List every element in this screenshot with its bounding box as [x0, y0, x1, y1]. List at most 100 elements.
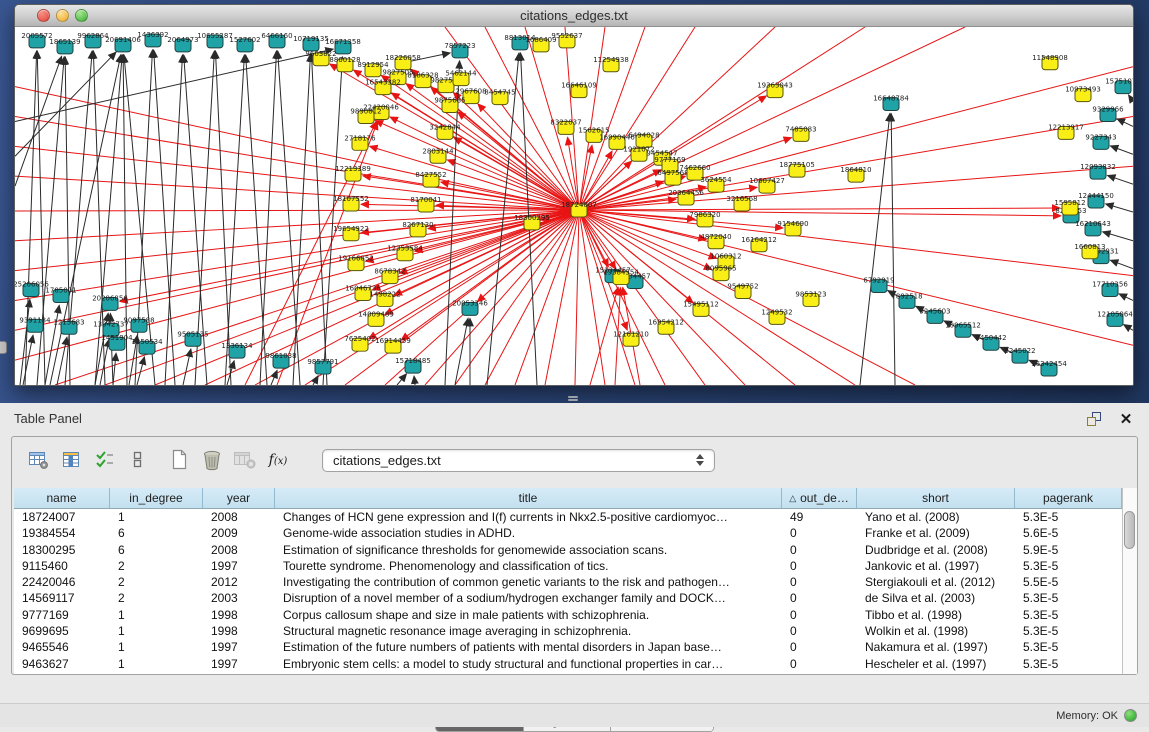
cell-short: Hescheler et al. (1997) [857, 656, 1015, 672]
cell-year: 2008 [203, 542, 275, 558]
column-header-year[interactable]: year [203, 488, 275, 509]
node-label: 14009489 [358, 310, 394, 318]
close-panel-button[interactable]: ✕ [1117, 410, 1135, 428]
zoom-button[interactable] [75, 9, 88, 22]
function-builder-button[interactable]: f(x) [263, 446, 293, 474]
node-label: 8322037 [550, 118, 581, 126]
node-label: 2005572 [21, 32, 52, 40]
table-select-dropdown[interactable]: citations_edges.txt [322, 449, 715, 472]
row-height-button[interactable] [123, 446, 153, 474]
node-label: 12213389 [335, 165, 371, 173]
delete-column-button[interactable] [197, 446, 227, 474]
cell-name: 9463627 [14, 656, 110, 672]
node-label: 11254938 [593, 56, 629, 64]
close-icon: ✕ [1120, 412, 1133, 427]
table-row[interactable]: 946554611997Estimation of the future num… [14, 639, 1122, 655]
node-label: 15751074 [1105, 78, 1133, 86]
node-label: 1498222 [369, 291, 400, 299]
vertical-scrollbar[interactable] [1122, 488, 1137, 674]
cell-in_degree: 1 [110, 607, 203, 623]
table-row[interactable]: 911546021997Tourette syndrome. Phenomeno… [14, 558, 1122, 574]
node-label: 16342454 [1031, 360, 1067, 368]
cell-short: Dudbridge et al. (2008) [857, 542, 1015, 558]
cell-out_degree: 0 [782, 574, 857, 590]
cell-year: 1997 [203, 656, 275, 672]
node-label: 16671358 [325, 38, 361, 46]
node-label: 18226058 [385, 54, 421, 62]
cell-year: 2009 [203, 525, 275, 541]
node-label: 7625402 [344, 335, 375, 343]
node-label: 10607427 [749, 177, 785, 185]
network-canvas[interactable]: 2005572186513999628642069140614363922064… [15, 27, 1133, 385]
node-label: 20053346 [452, 299, 488, 307]
cell-short: de Silva et al. (2003) [857, 590, 1015, 606]
table-row[interactable]: 2242004622012Investigating the contribut… [14, 574, 1122, 590]
node-label: 6494028 [628, 131, 659, 139]
column-header-title[interactable]: title [275, 488, 782, 509]
close-button[interactable] [37, 9, 50, 22]
node-label: 6792919 [863, 277, 894, 285]
node-label: 16210643 [1075, 220, 1111, 228]
node-label: 12213917 [1048, 123, 1084, 131]
trash-icon [201, 449, 223, 471]
table-row[interactable]: 1872400712008Changes of HCN gene express… [14, 509, 1122, 525]
table-row[interactable]: 969969511998Structural magnetic resonanc… [14, 623, 1122, 639]
column-header-out_degree[interactable]: △out_de… [782, 488, 857, 509]
delete-table-button[interactable] [230, 446, 260, 474]
node-label: 16914459 [375, 337, 411, 345]
node-label: 1785001 [45, 287, 76, 295]
window-titlebar[interactable]: citations_edges.txt [15, 5, 1133, 27]
column-header-name[interactable]: name [14, 488, 110, 509]
node-label: 1436392 [137, 31, 168, 39]
node-label: 12353584 [387, 245, 423, 253]
select-all-button[interactable] [90, 446, 120, 474]
table-mode-button[interactable] [24, 446, 54, 474]
cell-pagerank: 5.3E-5 [1015, 623, 1122, 639]
table-row[interactable]: 946362711997Embryonic stem cells: a mode… [14, 656, 1122, 672]
desktop-edge-tab[interactable] [0, 341, 7, 354]
node-label: 9391134 [19, 316, 51, 324]
sort-asc-icon: △ [789, 493, 796, 504]
table-row[interactable]: 977716911998Corpus callosum shape and si… [14, 607, 1122, 623]
node-label: 1060312 [710, 253, 741, 261]
cell-in_degree: 2 [110, 558, 203, 574]
table-header-row: namein_degreeyeartitle△out_de…shortpager… [14, 488, 1122, 509]
scrollbar-thumb[interactable] [1124, 511, 1135, 549]
new-column-button[interactable] [164, 446, 194, 474]
network-window: citations_edges.txt 20055721865139996286… [14, 4, 1134, 386]
cell-pagerank: 5.5E-5 [1015, 574, 1122, 590]
node-label: 12161210 [613, 330, 649, 338]
cell-short: Yano et al. (2008) [857, 509, 1015, 525]
panel-divider-grip[interactable] [566, 395, 580, 402]
cell-out_degree: 0 [782, 542, 857, 558]
node-label: 18775105 [779, 161, 815, 169]
node-label: 16543382 [365, 79, 401, 87]
cell-name: 9699695 [14, 623, 110, 639]
cell-name: 9465546 [14, 639, 110, 655]
node-label: 1249532 [761, 308, 792, 316]
node-label: 15495112 [683, 300, 719, 308]
cell-name: 19384554 [14, 525, 110, 541]
cell-in_degree: 6 [110, 525, 203, 541]
minimize-button[interactable] [56, 9, 69, 22]
table-row[interactable]: 1938455462009Genome-wide association stu… [14, 525, 1122, 541]
cell-in_degree: 1 [110, 509, 203, 525]
show-columns-button[interactable] [57, 446, 87, 474]
column-header-pagerank[interactable]: pagerank [1015, 488, 1122, 509]
dropdown-arrows-icon [696, 454, 704, 466]
table-row[interactable]: 1830029562008Estimation of significance … [14, 542, 1122, 558]
column-header-in_degree[interactable]: in_degree [110, 488, 203, 509]
cell-pagerank: 5.3E-5 [1015, 607, 1122, 623]
cell-out_degree: 0 [782, 607, 857, 623]
table-row[interactable]: 1456911722003Disruption of a novel membe… [14, 590, 1122, 606]
cell-out_degree: 0 [782, 590, 857, 606]
node-label: 8170041 [410, 196, 441, 204]
table-panel-header: Table Panel ✕ [0, 403, 1149, 435]
node-label: 9329966 [1092, 106, 1123, 114]
cell-short: Jankovic et al. (1997) [857, 558, 1015, 574]
cell-year: 1998 [203, 623, 275, 639]
float-panel-button[interactable] [1085, 410, 1103, 428]
column-header-short[interactable]: short [857, 488, 1015, 509]
node-label: 7462660 [679, 164, 710, 172]
cell-title: Estimation of the future numbers of pati… [275, 639, 782, 655]
